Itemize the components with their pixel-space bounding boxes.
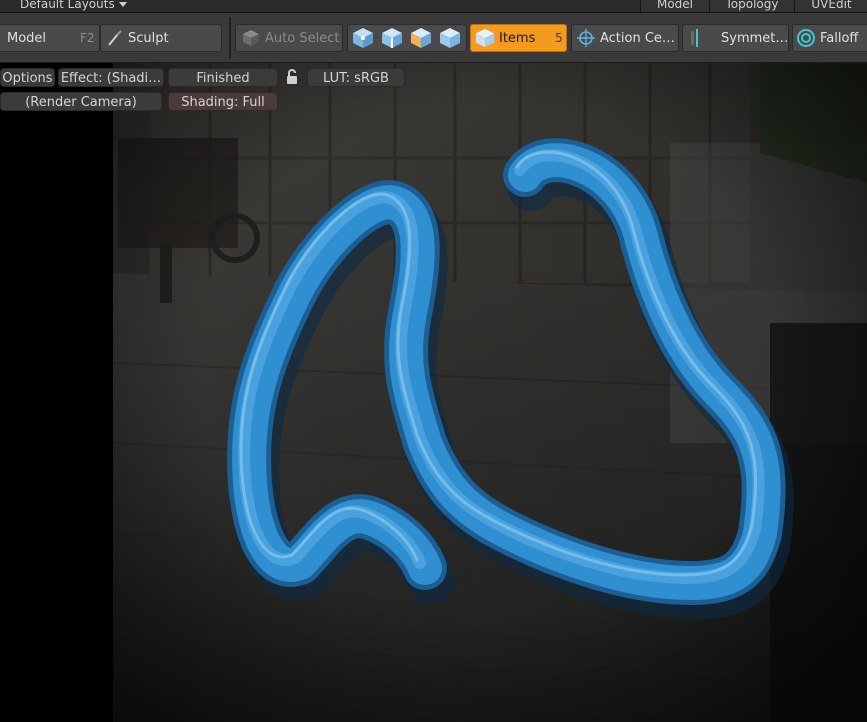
3d-viewport[interactable]: Options Effect: (Shadi… Finished LUT: sR… bbox=[0, 63, 867, 722]
items-shortcut: 5 bbox=[555, 31, 563, 45]
shading-dropdown[interactable]: Shading: Full bbox=[168, 92, 278, 111]
items-mode-label: Items bbox=[499, 30, 536, 46]
viewport-options-button[interactable]: Options bbox=[0, 68, 55, 87]
lut-dropdown[interactable]: LUT: sRGB bbox=[307, 68, 405, 87]
symmetry-button[interactable]: Symmet… bbox=[682, 24, 789, 52]
model-shortcut: F2 bbox=[80, 31, 95, 45]
tab-model[interactable]: Model bbox=[640, 0, 709, 12]
layout-dropdown[interactable]: Default Layouts bbox=[20, 0, 127, 12]
sculpt-mode-label: Sculpt bbox=[128, 30, 169, 46]
viewport-scene bbox=[0, 63, 867, 722]
main-toolbar: Model F2 Sculpt Auto Select Items 5 Acti… bbox=[0, 13, 867, 63]
tab-uvedit[interactable]: UVEdit bbox=[794, 0, 867, 12]
material-cube-icon[interactable] bbox=[438, 26, 462, 50]
polygon-cube-icon[interactable] bbox=[409, 26, 433, 50]
model-mode-label: Model bbox=[7, 30, 47, 46]
edge-cube-icon[interactable] bbox=[380, 26, 404, 50]
menu-bar: Default Layouts Model Topology UVEdit bbox=[0, 0, 867, 13]
action-center-label: Action Ce… bbox=[600, 30, 675, 46]
chevron-down-icon bbox=[118, 2, 127, 7]
lock-open-icon[interactable] bbox=[283, 68, 301, 90]
sculpt-brush-icon bbox=[106, 29, 124, 47]
symmetry-icon bbox=[689, 28, 703, 48]
items-mode-button[interactable]: Items 5 bbox=[470, 24, 567, 52]
model-mode-button[interactable]: Model F2 bbox=[0, 24, 100, 52]
tab-topology[interactable]: Topology bbox=[709, 0, 794, 12]
falloff-button[interactable]: Falloff bbox=[792, 24, 867, 52]
auto-select-button[interactable]: Auto Select bbox=[235, 24, 343, 52]
auto-select-label: Auto Select bbox=[265, 30, 340, 46]
selection-mode-group bbox=[347, 24, 467, 52]
sculpt-mode-button[interactable]: Sculpt bbox=[100, 24, 222, 52]
camera-dropdown[interactable]: (Render Camera) bbox=[0, 92, 162, 111]
vertex-cube-icon[interactable] bbox=[351, 26, 375, 50]
auto-select-cube-icon bbox=[241, 28, 261, 48]
layout-dropdown-label: Default Layouts bbox=[20, 0, 115, 11]
items-cube-icon bbox=[474, 27, 496, 49]
action-center-crosshair-icon bbox=[576, 28, 596, 48]
symmetry-label: Symmet… bbox=[721, 30, 789, 46]
falloff-label: Falloff bbox=[820, 30, 859, 46]
viewport-effect-dropdown[interactable]: Effect: (Shadi… bbox=[58, 68, 164, 87]
action-center-button[interactable]: Action Ce… bbox=[571, 24, 679, 52]
falloff-ring-icon bbox=[796, 28, 816, 48]
render-status-button[interactable]: Finished bbox=[168, 68, 278, 87]
toolbar-divider bbox=[229, 17, 231, 59]
